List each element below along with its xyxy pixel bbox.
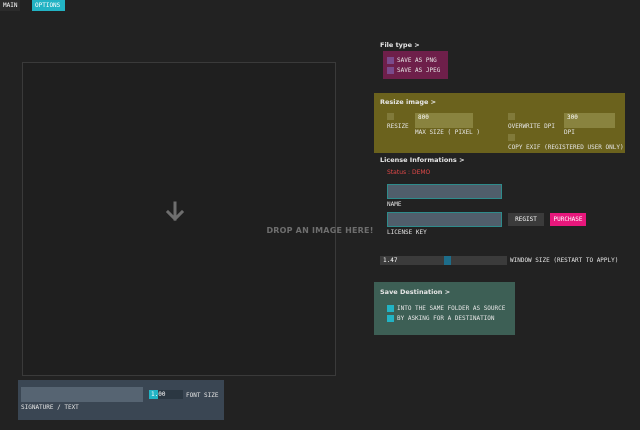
window-size-slider-thumb[interactable]: [444, 256, 451, 265]
file-type-heading: File type >: [380, 41, 420, 49]
purchase-button[interactable]: PURCHASE: [550, 213, 586, 226]
signature-label: SIGNATURE / TEXT: [21, 404, 79, 411]
same-folder-checkbox[interactable]: [387, 305, 394, 312]
license-key-label: LICENSE KEY: [387, 229, 427, 236]
copy-exif-checkbox[interactable]: [508, 134, 515, 141]
save-as-png-checkbox[interactable]: [387, 57, 394, 64]
dpi-label: DPI: [564, 129, 575, 136]
dropzone-label: DROP AN IMAGE HERE!: [266, 226, 374, 235]
max-size-input[interactable]: 800: [415, 113, 473, 128]
tab-options-label: OPTIONS: [35, 2, 61, 9]
license-name-input[interactable]: [387, 184, 502, 199]
file-type-panel: [383, 51, 448, 79]
max-size-label: MAX SIZE ( PIXEL ): [415, 129, 481, 136]
tab-options[interactable]: OPTIONS: [32, 0, 65, 11]
resize-heading: Resize image >: [380, 98, 437, 106]
ask-destination-label: BY ASKING FOR A DESTINATION: [397, 315, 495, 322]
resize-checkbox[interactable]: [387, 113, 394, 120]
license-name-label: NAME: [387, 201, 402, 208]
license-heading: License Informations >: [380, 156, 465, 164]
license-status: Status : DEMO: [387, 169, 431, 176]
dpi-input[interactable]: 300: [564, 113, 615, 128]
save-destination-heading: Save Destination >: [380, 288, 451, 296]
save-as-png-label: SAVE AS PNG: [397, 57, 437, 64]
signature-input[interactable]: [21, 387, 143, 402]
resize-label: RESIZE: [387, 123, 409, 130]
window-size-label: WINDOW SIZE (RESTART TO APPLY): [510, 257, 619, 264]
copy-exif-label: COPY EXIF (REGISTERED USER ONLY): [508, 144, 624, 151]
save-as-jpeg-label: SAVE AS JPEG: [397, 67, 441, 74]
arrow-down-icon: [165, 201, 185, 222]
regist-button[interactable]: REGIST: [508, 213, 544, 226]
window-size-slider[interactable]: 1.47: [380, 256, 507, 265]
tab-main[interactable]: MAIN: [0, 0, 21, 11]
app-root: { "tabs": { "main": "MAIN", "options": "…: [0, 0, 640, 430]
save-as-jpeg-checkbox[interactable]: [387, 67, 394, 74]
font-size-label: FONT SIZE: [186, 392, 219, 399]
overwrite-dpi-checkbox[interactable]: [508, 113, 515, 120]
tab-main-label: MAIN: [3, 2, 18, 9]
ask-destination-checkbox[interactable]: [387, 315, 394, 322]
license-key-input[interactable]: [387, 212, 502, 227]
same-folder-label: INTO THE SAME FOLDER AS SOURCE: [397, 305, 506, 312]
overwrite-dpi-label: OVERWRITE DPI: [508, 123, 555, 130]
font-size-value: 1.00: [151, 391, 166, 398]
font-size-slider[interactable]: 1.00: [149, 390, 183, 399]
window-size-value: 1.47: [383, 257, 398, 264]
